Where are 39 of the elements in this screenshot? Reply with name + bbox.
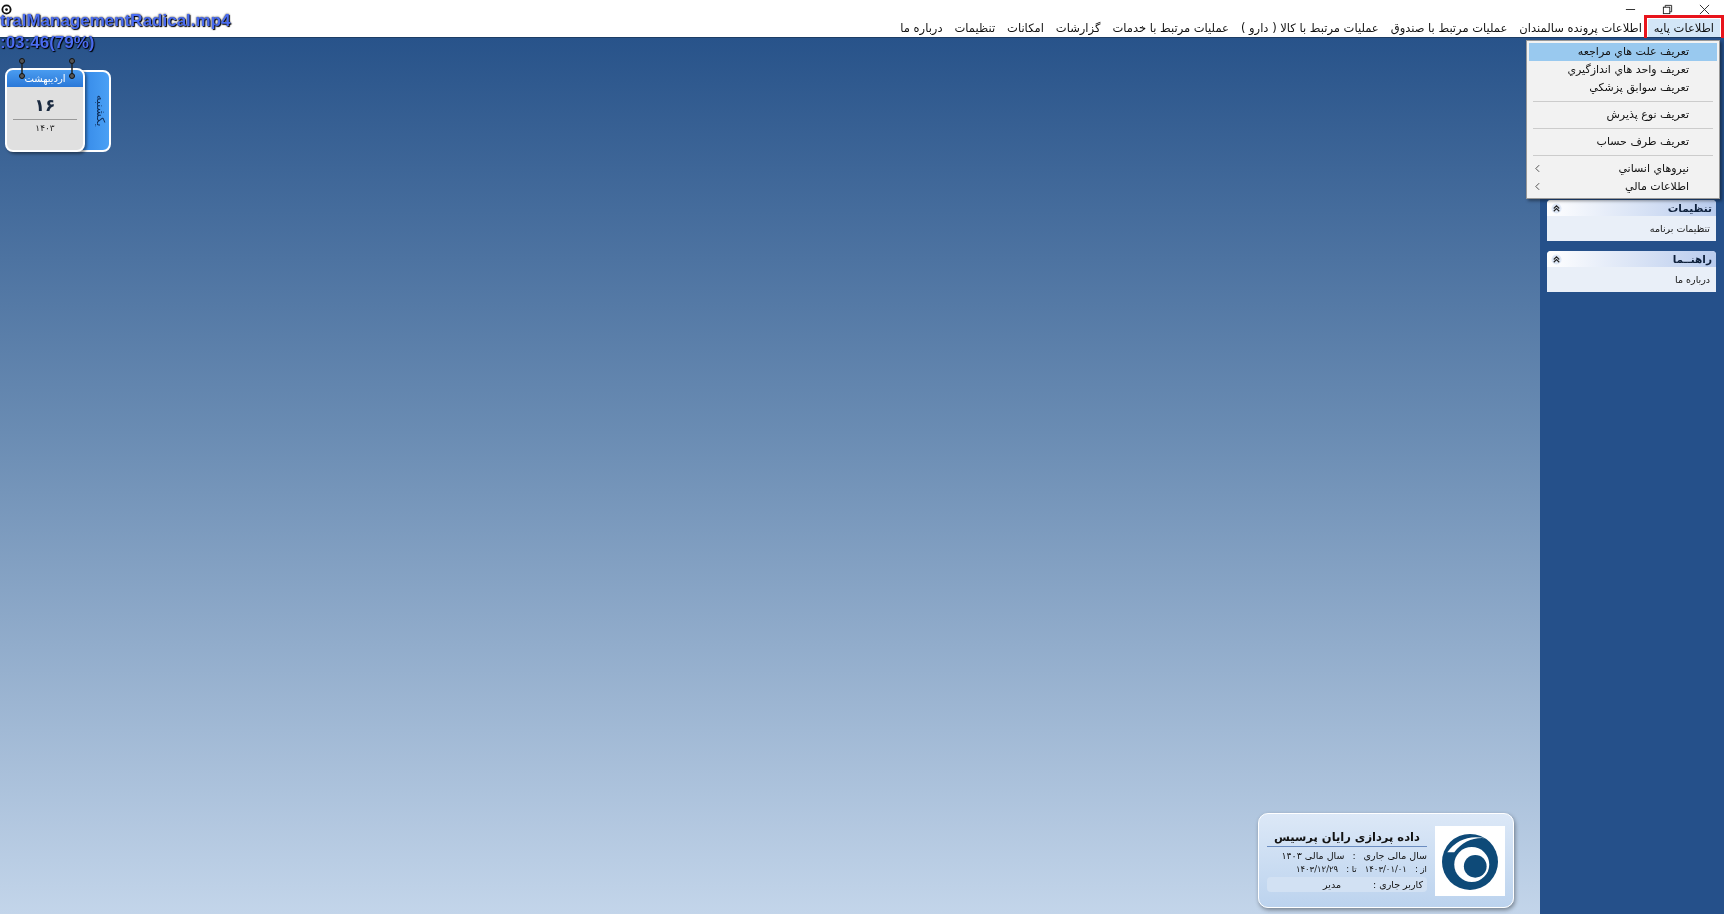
from-date: ۱۴۰۳/۰۱/۰۱ xyxy=(1364,863,1407,874)
collapse-icon[interactable] xyxy=(1551,202,1562,214)
fiscal-year-value: سال مالی ۱۴۰۳ xyxy=(1281,849,1345,861)
close-icon[interactable] xyxy=(1699,4,1710,15)
menu-item[interactable]: گزارشات xyxy=(1049,19,1107,37)
menu-item[interactable]: عملیات مرتبط با صندوق xyxy=(1384,19,1514,37)
menu-item[interactable]: عملیات مرتبط با کالا ( دارو ) xyxy=(1234,19,1385,37)
playback-time-text: :03:46(79%) xyxy=(0,32,95,54)
from-label: از : xyxy=(1414,863,1427,874)
sidebar-link[interactable]: درباره ما xyxy=(1547,267,1716,292)
menu-item[interactable]: عملیات مرتبط با خدمات xyxy=(1106,19,1235,37)
calendar-day: ۱۶ xyxy=(13,87,77,120)
menu-entry[interactable]: تعریف سوابق پزشكي xyxy=(1529,79,1717,97)
menu-entry[interactable]: تعریف طرف حساب xyxy=(1529,133,1717,151)
menu-entry[interactable]: تعریف علت هاي مراجعه xyxy=(1529,43,1717,61)
submenu-entry[interactable]: اطلاعات مالي xyxy=(1529,178,1717,196)
menu-item[interactable]: تنظیمات xyxy=(948,19,1002,37)
current-user-label: کاربر جاری : xyxy=(1373,878,1423,890)
to-date: ۱۴۰۳/۱۲/۲۹ xyxy=(1295,863,1339,874)
sidebar-link[interactable]: تنظیمات برنامه xyxy=(1547,216,1716,241)
submenu-entry[interactable]: نيروهاي انساني xyxy=(1529,160,1717,178)
video-file-name: tralManagementRadical.mp4 xyxy=(0,10,231,32)
menu-entry[interactable]: تعریف نوع پذيرش xyxy=(1529,106,1717,124)
calendar-year: ۱۴۰۳ xyxy=(34,122,56,135)
restore-icon[interactable] xyxy=(1662,4,1673,15)
collapse-icon[interactable] xyxy=(1551,253,1562,265)
separator-colon: : xyxy=(1352,849,1356,861)
logo-icon xyxy=(1435,823,1505,898)
menu-item[interactable]: امکانات xyxy=(1001,19,1050,37)
panel-title: راهنــما xyxy=(1672,253,1712,265)
menu-entry[interactable]: تعریف واحد هاي اندازگيري xyxy=(1529,61,1717,79)
to-label: تا : xyxy=(1346,863,1357,874)
fiscal-year-label: سال مالی جاری xyxy=(1363,849,1427,861)
menu-item[interactable]: اطلاعات پرونده سالمندان xyxy=(1513,19,1648,37)
calendar-month: اردیبهشت xyxy=(7,70,83,87)
current-user-value: مدیر xyxy=(1323,878,1342,890)
panel-title: تنظیمات xyxy=(1667,202,1712,214)
company-name: داده پردازی رایان پرسیس xyxy=(1267,829,1427,847)
menu-item[interactable]: درباره ما xyxy=(894,19,949,37)
